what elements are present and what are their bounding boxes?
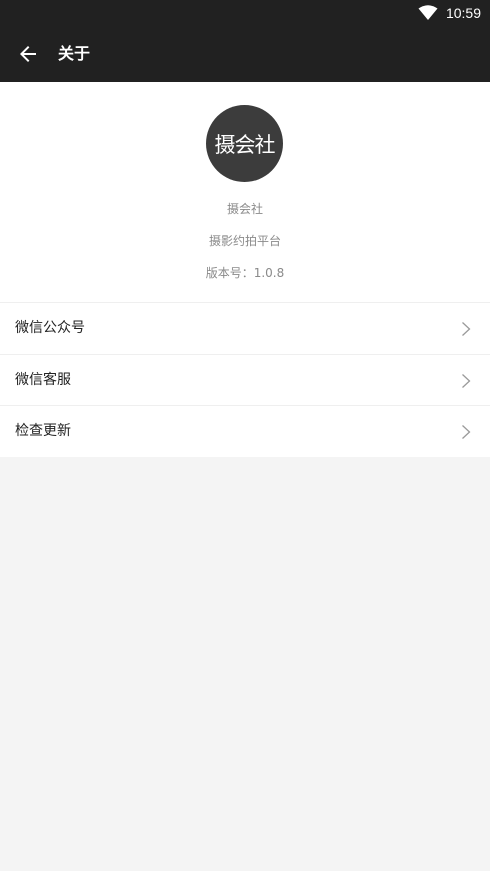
chevron-right-icon [462,322,471,336]
app-version: 版本号：1.0.8 [205,266,285,280]
back-arrow-icon[interactable] [16,42,40,66]
status-bar: 10:59 [0,0,490,26]
app-name: 摄会社 [226,202,263,216]
toolbar: 关于 [0,26,490,82]
page-title: 关于 [58,44,91,63]
about-header: 摄会社 摄会社 摄影约拍平台 版本号：1.0.8 [0,82,490,302]
menu-item-check-update[interactable]: 检查更新 [0,405,490,457]
status-time: 10:59 [445,5,481,21]
menu-item-label: 检查更新 [15,423,71,439]
settings-menu: 微信公众号 微信客服 检查更新 [0,302,490,457]
app-logo-text: 摄会社 [214,132,276,157]
chevron-right-icon [462,373,471,388]
menu-item-label: 微信公众号 [15,320,85,336]
app-logo: 摄会社 [206,105,283,182]
menu-item-label: 微信客服 [15,371,71,388]
chevron-right-icon [462,425,471,439]
wifi-icon [418,5,438,20]
menu-item-wechat-official-account[interactable]: 微信公众号 [0,302,490,354]
app-slogan: 摄影约拍平台 [208,234,281,248]
menu-item-wechat-customer-service[interactable]: 微信客服 [0,353,490,405]
